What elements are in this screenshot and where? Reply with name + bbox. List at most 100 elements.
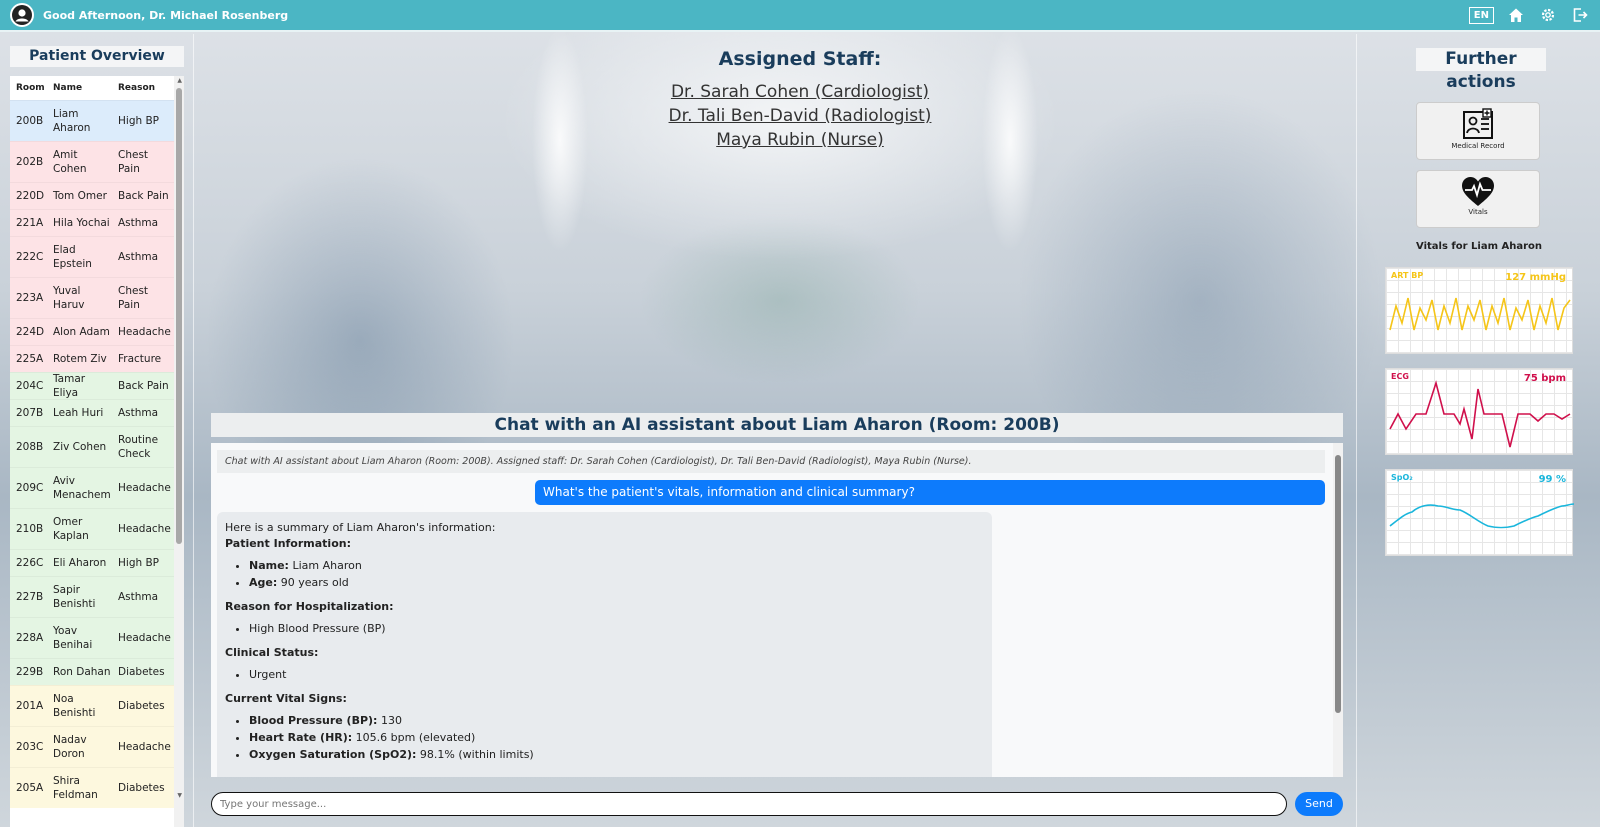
- patient-room: 228A: [16, 632, 44, 644]
- patient-name: Omer Kaplan: [53, 516, 89, 542]
- spo2-monitor: SpO₂ 99 %: [1385, 469, 1574, 556]
- patient-room: 224D: [16, 326, 45, 338]
- scroll-up-arrow-icon[interactable]: ▲: [177, 77, 182, 84]
- patient-reason: Chest Pain: [118, 285, 149, 311]
- ecg-label: ECG: [1391, 372, 1409, 381]
- patient-row[interactable]: 209C Aviv Menachem Headache: [10, 467, 184, 508]
- patient-room: 202B: [16, 156, 44, 168]
- patient-reason: Headache: [118, 741, 171, 753]
- chat-title: Chat with an AI assistant about Liam Aha…: [211, 413, 1343, 437]
- patient-reason: Back Pain: [118, 190, 169, 202]
- art-bp-monitor: ART BP 127 mmHg: [1385, 267, 1573, 354]
- patient-name: Noa Benishti: [53, 693, 96, 719]
- patient-name: Liam Aharon: [53, 108, 91, 134]
- patient-row[interactable]: 225A Rotem Ziv Fracture: [10, 345, 184, 372]
- patient-row[interactable]: 202B Amit Cohen Chest Pain: [10, 141, 184, 182]
- chat-scrollbar[interactable]: [1333, 443, 1343, 777]
- vitals-button[interactable]: Vitals: [1416, 170, 1540, 228]
- patient-name: Yuval Haruv: [53, 285, 85, 311]
- patient-reason: High BP: [118, 557, 160, 569]
- patient-row[interactable]: 224D Alon Adam Headache: [10, 318, 184, 345]
- patient-room: 204C: [16, 380, 44, 392]
- staff-link-cardiologist[interactable]: Dr. Sarah Cohen (Cardiologist): [600, 80, 1000, 104]
- patient-reason: Back Pain: [118, 380, 169, 392]
- patient-name: Yoav Benihai: [53, 625, 93, 651]
- patient-row[interactable]: 226C Eli Aharon High BP: [10, 549, 184, 576]
- patient-row[interactable]: 210B Omer Kaplan Headache: [10, 508, 184, 549]
- patient-name: Nadav Doron: [53, 734, 87, 760]
- patient-row[interactable]: 201A Noa Benishti Diabetes: [10, 685, 184, 726]
- logout-icon[interactable]: [1570, 5, 1590, 25]
- column-header-room: Room: [16, 83, 45, 93]
- patient-row[interactable]: 204C Tamar Eliya Back Pain: [10, 372, 184, 399]
- art-bp-value: 127 mmHg: [1505, 272, 1566, 283]
- patient-name: Amit Cohen: [53, 149, 87, 175]
- column-header-reason: Reason: [118, 83, 156, 93]
- scroll-down-arrow-icon[interactable]: ▼: [177, 792, 182, 799]
- patient-row[interactable]: 208B Ziv Cohen Routine Check: [10, 426, 184, 467]
- patient-row[interactable]: 220D Tom Omer Back Pain: [10, 182, 184, 209]
- patient-room: 203C: [16, 741, 44, 753]
- patient-table-scrollbar[interactable]: ▲ ▼: [174, 76, 184, 827]
- patient-table-body: 200B Liam Aharon High BP 202B Amit Cohen Ches…: [10, 100, 184, 808]
- user-avatar-icon[interactable]: [10, 3, 34, 27]
- patient-row[interactable]: 228A Yoav Benihai Headache: [10, 617, 184, 658]
- reason-value: High Blood Pressure (BP): [249, 621, 984, 637]
- patient-reason: Headache: [118, 326, 171, 338]
- patient-reason: Headache: [118, 523, 171, 535]
- patient-name: Rotem Ziv: [53, 353, 107, 365]
- assistant-message: Here is a summary of Liam Aharon's infor…: [217, 512, 992, 777]
- spo2-value: 99 %: [1538, 474, 1566, 485]
- patient-reason: Asthma: [118, 591, 159, 603]
- patient-reason: Diabetes: [118, 700, 165, 712]
- patient-overview-title: Patient Overview: [10, 46, 184, 67]
- patient-reason: Headache: [118, 482, 171, 494]
- patient-room: 209C: [16, 482, 44, 494]
- staff-link-nurse[interactable]: Maya Rubin (Nurse): [600, 128, 1000, 152]
- assigned-staff-title: Assigned Staff:: [718, 48, 882, 70]
- message-input[interactable]: [211, 792, 1287, 816]
- ecg-value: 75 bpm: [1523, 373, 1566, 384]
- patient-row[interactable]: 205A Shira Feldman Diabetes: [10, 767, 184, 808]
- name-value: Liam Aharon: [288, 559, 362, 572]
- settings-gear-icon[interactable]: [1538, 5, 1558, 25]
- vitals-heading: Current Vital Signs:: [225, 692, 347, 705]
- status-heading: Clinical Status:: [225, 646, 319, 659]
- further-actions-panel: Further actions Medical Record Vitals Vi…: [1356, 34, 1600, 827]
- spo2-label: Oxygen Saturation (SpO2):: [249, 748, 417, 761]
- patient-row[interactable]: 229B Ron Dahan Diabetes: [10, 658, 184, 685]
- medical-record-button[interactable]: Medical Record: [1416, 102, 1540, 160]
- patient-row[interactable]: 227B Sapir Benishti Asthma: [10, 576, 184, 617]
- patient-reason: Asthma: [118, 217, 159, 229]
- patient-row[interactable]: 200B Liam Aharon High BP: [10, 100, 184, 141]
- patient-row[interactable]: 203C Nadav Doron Headache: [10, 726, 184, 767]
- hr-label: Heart Rate (HR):: [249, 731, 353, 744]
- patient-reason: Diabetes: [118, 666, 165, 678]
- patient-reason: Asthma: [118, 251, 159, 263]
- patient-name: Eli Aharon: [53, 557, 107, 569]
- send-button[interactable]: Send: [1295, 792, 1343, 816]
- patient-room: 221A: [16, 217, 44, 229]
- patient-table-scroll-thumb[interactable]: [176, 88, 182, 544]
- patient-room: 229B: [16, 666, 44, 678]
- patient-row[interactable]: 223A Yuval Haruv Chest Pain: [10, 277, 184, 318]
- chat-scroll-thumb[interactable]: [1335, 455, 1341, 713]
- staff-link-radiologist[interactable]: Dr. Tali Ben-David (Radiologist): [600, 104, 1000, 128]
- patient-table: Room Name Reason 200B Liam Aharon High BP 2…: [10, 76, 184, 827]
- patient-row[interactable]: 207B Leah Huri Asthma: [10, 399, 184, 426]
- medical-record-label: Medical Record: [1451, 142, 1505, 150]
- patient-room: 205A: [16, 782, 44, 794]
- patient-row[interactable]: 222C Elad Epstein Asthma: [10, 236, 184, 277]
- further-actions-title: Further actions: [1416, 48, 1546, 92]
- assigned-staff: Assigned Staff: Dr. Sarah Cohen (Cardiol…: [600, 48, 1000, 152]
- patient-row[interactable]: 221A Hila Yochai Asthma: [10, 209, 184, 236]
- vitals-for-label: Vitals for Liam Aharon: [1416, 241, 1542, 252]
- heart-pulse-icon: [1417, 176, 1539, 208]
- patient-room: 210B: [16, 523, 44, 535]
- chat-input-row: Send: [211, 792, 1343, 816]
- patient-name: Elad Epstein: [53, 244, 92, 270]
- language-button[interactable]: EN: [1468, 6, 1494, 24]
- patient-name: Leah Huri: [53, 407, 104, 419]
- home-icon[interactable]: [1506, 5, 1526, 25]
- patient-overview-panel: Patient Overview Room Name Reason 200B Li…: [0, 34, 194, 827]
